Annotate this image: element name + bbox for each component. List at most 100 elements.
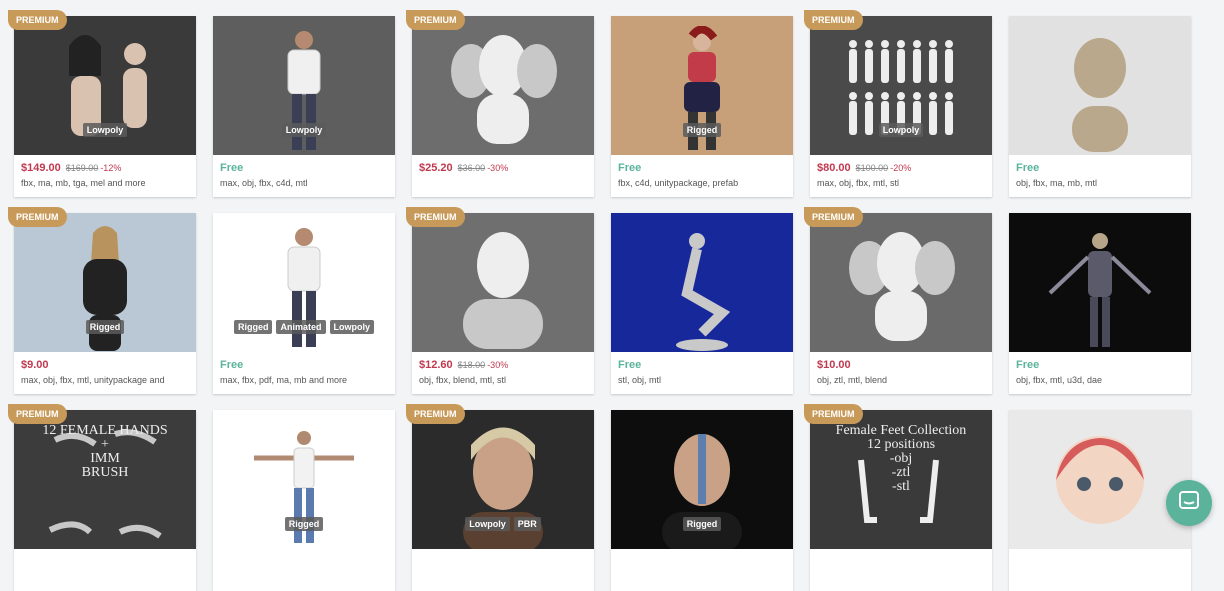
product-grid: PREMIUM Lowpoly $149.00 $169.00 -12% fbx, ma,… xyxy=(8,10,1191,591)
product-thumbnail[interactable]: Rigged Animated Lowpoly xyxy=(213,213,395,352)
price: $25.20 xyxy=(419,162,453,174)
product-thumbnail[interactable] xyxy=(412,213,594,352)
price: Free xyxy=(220,359,244,371)
product-card[interactable]: Free obj, fbx, mtl, u3d, dae xyxy=(1009,213,1191,394)
product-card[interactable]: PREMIUM Lowpoly $149.00 $169.00 -12% fbx, ma,… xyxy=(8,10,196,197)
price: $80.00 xyxy=(817,162,851,174)
product-card[interactable]: PREMIUM Lowpoly PBR xyxy=(406,404,594,591)
product-thumbnail[interactable]: Rigged xyxy=(14,213,196,352)
product-thumbnail[interactable]: Rigged xyxy=(611,410,793,549)
product-card[interactable]: PREMIUM Female Feet Collection 12 positio… xyxy=(804,404,992,591)
premium-badge: PREMIUM xyxy=(406,404,465,424)
price-row: Free xyxy=(611,352,793,372)
price: Free xyxy=(1016,162,1040,174)
file-formats: stl, obj, mtl xyxy=(618,375,662,385)
price: $10.00 xyxy=(817,359,851,371)
product-thumbnail[interactable]: Lowpoly xyxy=(810,16,992,155)
product-thumbnail[interactable]: Rigged xyxy=(611,16,793,155)
feature-badge: Rigged xyxy=(682,517,722,531)
product-card[interactable]: Rigged xyxy=(611,410,793,591)
feature-badge: Lowpoly xyxy=(281,123,327,137)
price-row: $9.00 xyxy=(14,352,196,372)
file-formats xyxy=(213,569,395,571)
feature-badges: Lowpoly xyxy=(213,123,395,137)
file-formats xyxy=(1009,569,1191,571)
product-card[interactable]: PREMIUM Rigged $9.00 max, obj, fbx, mtl, un… xyxy=(8,207,196,394)
product-card[interactable]: PREMIUM $10.00 obj, ztl, mtl, blend xyxy=(804,207,992,394)
feature-badge: Lowpoly xyxy=(329,320,374,334)
product-thumbnail[interactable] xyxy=(1009,213,1191,352)
feature-badge: Lowpoly xyxy=(82,123,128,137)
price-row: Free xyxy=(213,352,395,372)
product-thumbnail[interactable] xyxy=(1009,16,1191,155)
price-row xyxy=(810,549,992,569)
price-row: $25.20 $36.00 -30% xyxy=(412,155,594,175)
price-row: $80.00 $100.00 -20% xyxy=(810,155,992,175)
feature-badge: Animated xyxy=(276,320,326,334)
feature-badge: Lowpoly xyxy=(465,517,510,531)
file-formats: obj, fbx, ma, mb, mtl xyxy=(1016,178,1098,188)
file-formats: max, obj, fbx, mtl, unitypackage and xyxy=(21,375,165,385)
product-card[interactable]: PREMIUM $25.20 $36.00 -30% xyxy=(406,10,594,197)
file-formats xyxy=(412,175,594,177)
premium-badge: PREMIUM xyxy=(804,10,863,30)
product-card[interactable]: Free obj, fbx, ma, mb, mtl xyxy=(1009,16,1191,197)
file-formats: max, fbx, pdf, ma, mb and more xyxy=(220,375,348,385)
thumbnail-art xyxy=(841,223,961,352)
product-card[interactable]: Rigged Free fbx, c4d, unitypackage, prefab xyxy=(611,16,793,197)
product-thumbnail[interactable]: Lowpoly PBR xyxy=(412,410,594,549)
file-formats xyxy=(14,569,196,571)
old-price: $18.00 xyxy=(457,360,486,370)
product-thumbnail[interactable]: 12 FEMALE HANDS + IMM BRUSH xyxy=(14,410,196,549)
feature-badges: Rigged xyxy=(14,320,196,334)
product-card[interactable]: PREMIUM $12.60 $18.00 -30% obj, fbx, blend, … xyxy=(406,207,594,394)
feature-badges: Rigged xyxy=(611,123,793,137)
price-row: Free xyxy=(213,155,395,175)
feature-badges: Rigged Animated Lowpoly xyxy=(213,320,395,334)
feature-badges: Lowpoly xyxy=(14,123,196,137)
price: Free xyxy=(618,359,642,371)
product-thumbnail[interactable]: Rigged xyxy=(213,410,395,549)
price: Free xyxy=(618,162,642,174)
price: $149.00 xyxy=(21,162,61,174)
file-formats: obj, fbx, mtl, u3d, dae xyxy=(1016,375,1103,385)
product-card[interactable] xyxy=(1009,410,1191,591)
thumbnail-art xyxy=(642,223,762,352)
product-card[interactable]: Free stl, obj, mtl xyxy=(611,213,793,394)
product-thumbnail[interactable]: Lowpoly xyxy=(213,16,395,155)
product-card[interactable]: Lowpoly Free max, obj, fbx, c4d, mtl xyxy=(213,16,395,197)
thumbnail-art xyxy=(443,26,563,155)
feature-badges: Lowpoly xyxy=(810,123,992,137)
thumbnail-art xyxy=(1040,223,1160,352)
old-price: $169.00 xyxy=(65,163,99,173)
premium-badge: PREMIUM xyxy=(406,10,465,30)
price-row: $10.00 xyxy=(810,352,992,372)
product-thumbnail[interactable] xyxy=(611,213,793,352)
file-formats: obj, ztl, mtl, blend xyxy=(817,375,888,385)
product-thumbnail[interactable] xyxy=(1009,410,1191,549)
price-row: Free xyxy=(1009,352,1191,372)
product-thumbnail[interactable] xyxy=(810,213,992,352)
price-row: Free xyxy=(1009,155,1191,175)
product-card[interactable]: PREMIUM Lowpoly $80.00 $100.00 -20% max, obj,… xyxy=(804,10,992,197)
file-formats: max, obj, fbx, mtl, stl xyxy=(817,178,900,188)
file-formats: max, obj, fbx, c4d, mtl xyxy=(220,178,308,188)
feature-badge: Rigged xyxy=(85,320,125,334)
price: Free xyxy=(220,162,244,174)
old-price: $36.00 xyxy=(457,163,486,173)
thumbnail-art xyxy=(1040,26,1160,155)
chat-button[interactable] xyxy=(1166,480,1212,526)
product-thumbnail[interactable]: Female Feet Collection 12 positions -obj… xyxy=(810,410,992,549)
feature-badge: Rigged xyxy=(682,123,722,137)
feature-badges: Rigged xyxy=(611,517,793,531)
discount: -12% xyxy=(100,163,122,173)
product-thumbnail[interactable]: Lowpoly xyxy=(14,16,196,155)
product-thumbnail[interactable] xyxy=(412,16,594,155)
product-card[interactable]: Rigged Animated Lowpoly Free max, fbx, pdf, … xyxy=(213,213,395,394)
discount: -20% xyxy=(890,163,912,173)
price-row xyxy=(213,549,395,569)
price-row xyxy=(412,549,594,569)
product-card[interactable]: PREMIUM 12 FEMALE HANDS + IMM BRUSH xyxy=(8,404,196,591)
product-card[interactable]: Rigged xyxy=(213,410,395,591)
price-row: Free xyxy=(611,155,793,175)
